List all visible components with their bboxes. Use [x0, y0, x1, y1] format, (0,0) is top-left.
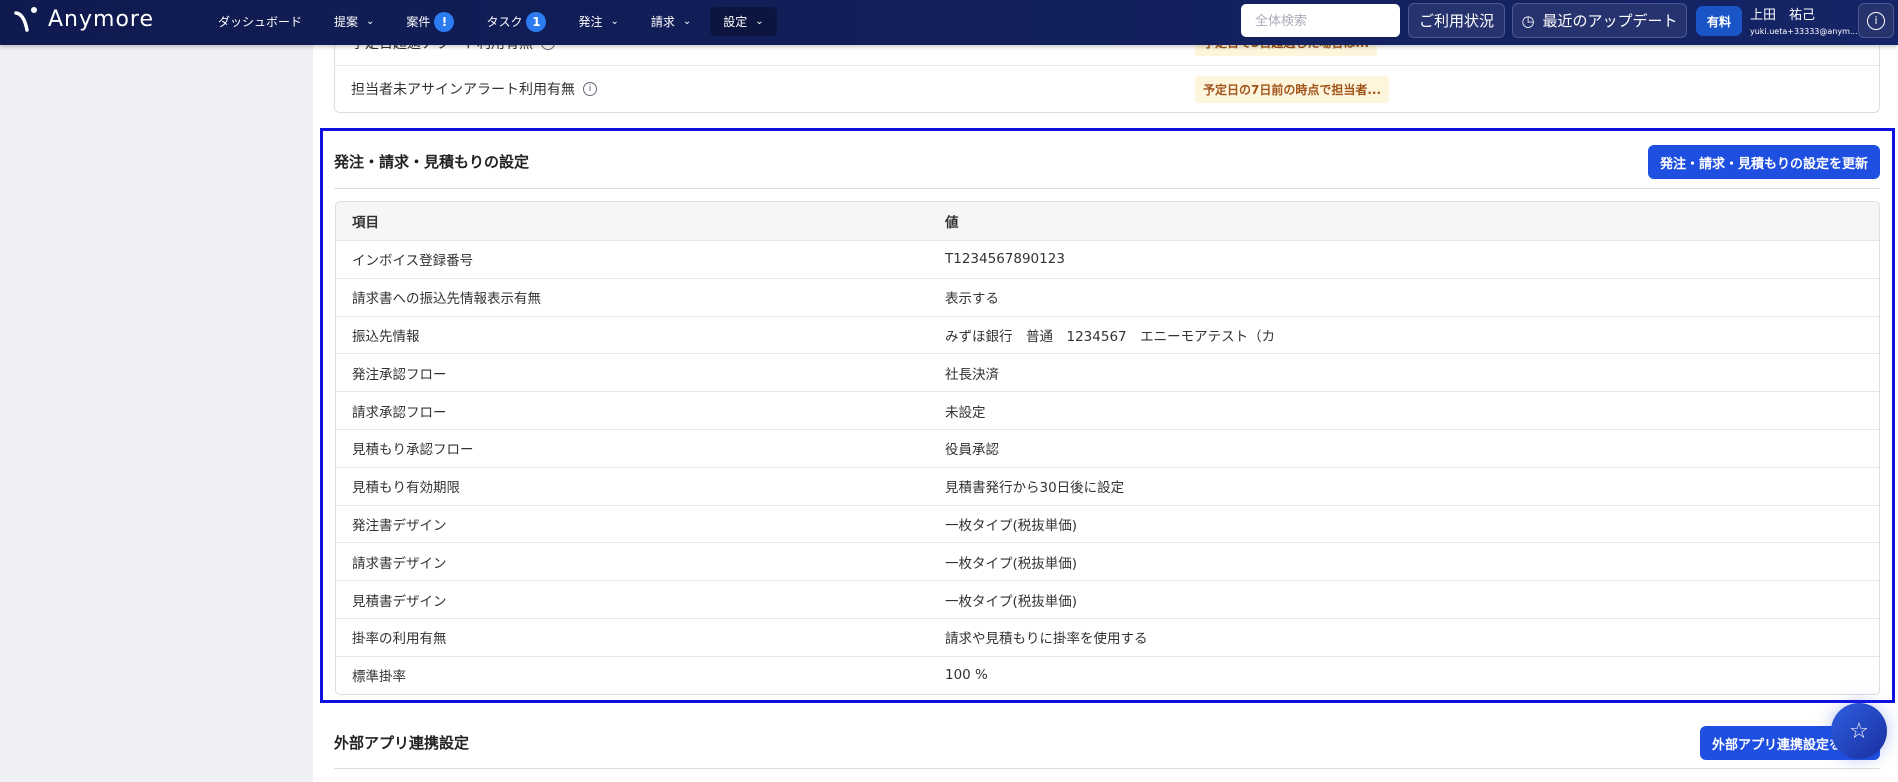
- value-cell: 一枚タイプ(税抜単価): [945, 555, 1078, 572]
- nav-item[interactable]: 提案 ⌄: [321, 7, 387, 36]
- nav-item[interactable]: タスク 1: [473, 7, 559, 36]
- table-row: 発注書デザイン 一枚タイプ(税抜単価): [336, 504, 1879, 543]
- table-row: インボイス登録番号 T1234567890123: [336, 240, 1879, 278]
- column-header-item: 項目: [352, 215, 379, 231]
- nav-item[interactable]: 設定 ⌄: [710, 7, 777, 36]
- divider: [334, 188, 1880, 189]
- item-cell: 掛率の利用有無: [352, 631, 447, 648]
- nav-label: 発注: [578, 15, 603, 29]
- table-row: 掛率の利用有無 請求や見積もりに掛率を使用する: [336, 617, 1879, 656]
- star-icon: ☆: [1849, 718, 1869, 744]
- nav-item[interactable]: ダッシュボード: [205, 7, 315, 36]
- item-cell: 標準掛率: [352, 669, 406, 686]
- nav-label: 提案: [334, 15, 359, 29]
- clock-icon: ◷: [1521, 11, 1535, 30]
- anymore-logo-icon: [14, 7, 37, 32]
- nav-label: 案件: [406, 15, 431, 29]
- nav-badge: 1: [526, 11, 547, 32]
- nav-label: 設定: [723, 15, 748, 29]
- value-cell: 見積書発行から30日後に設定: [945, 480, 1125, 497]
- top-nav-bar: Anymore ダッシュボード提案⌄案件!タスク1発注⌄請求⌄設定⌄ ご利用状況…: [0, 0, 1898, 45]
- table-row: 見積書デザイン 一枚タイプ(税抜単価): [336, 580, 1879, 618]
- chevron-down-icon: ⌄: [682, 16, 692, 27]
- info-button[interactable]: i: [1858, 3, 1894, 38]
- chevron-down-icon: ⌄: [755, 16, 764, 27]
- table-row: 標準掛率 100 %: [336, 655, 1879, 694]
- value-cell: 役員承認: [945, 442, 999, 459]
- value-cell: 100 %: [945, 667, 988, 684]
- update-order-settings-button[interactable]: 発注・請求・見積もりの設定を更新: [1648, 145, 1880, 179]
- user-email: yuki.ueta+33333@anym...: [1750, 27, 1858, 36]
- section-title: 発注・請求・見積もりの設定: [334, 153, 530, 171]
- divider: [334, 768, 1880, 769]
- table-row: 振込先情報 みずほ銀行 普通 1234567 エニーモアテスト（カ: [336, 315, 1879, 354]
- value-cell: 未設定: [945, 404, 986, 421]
- section-title: 外部アプリ連携設定: [334, 734, 470, 752]
- nav-label: タスク: [486, 15, 523, 29]
- user-menu[interactable]: 上田 祐己 yuki.ueta+33333@anym...: [1750, 4, 1858, 36]
- main-nav: ダッシュボード 提案 ⌄ 案件! タスク 1 発注 ⌄ 請求 ⌄ 設定 ⌄: [205, 7, 783, 36]
- global-search-input[interactable]: [1241, 4, 1400, 37]
- usage-label: ご利用状況: [1418, 12, 1494, 30]
- chevron-down-icon: ⌄: [366, 16, 375, 27]
- value-cell: 一枚タイプ(税抜単価): [945, 593, 1078, 610]
- table-row: 請求書デザイン 一枚タイプ(税抜単価): [336, 542, 1879, 580]
- item-cell: 請求承認フロー: [352, 404, 447, 421]
- favorite-fab[interactable]: ☆: [1831, 703, 1887, 759]
- chevron-down-icon: ⌄: [610, 16, 619, 27]
- row-value: 予定日の7日前の時点で担当者...: [1195, 75, 1390, 103]
- nav-item[interactable]: 発注 ⌄: [565, 7, 631, 36]
- nav-label: 請求: [650, 15, 675, 29]
- value-cell: みずほ銀行 普通 1234567 エニーモアテスト（カ: [945, 328, 1276, 345]
- usage-button[interactable]: ご利用状況: [1408, 3, 1505, 38]
- column-header-value: 値: [945, 215, 959, 231]
- recent-updates-label: 最近のアップデート: [1542, 12, 1678, 30]
- settings-row: 担当者未アサインアラート利用有無 i 予定日の7日前の時点で担当者...: [335, 66, 1879, 112]
- table-row: 請求書への振込先情報表示有無 表示する: [336, 277, 1879, 316]
- table-row: 発注承認フロー 社長決済: [336, 353, 1879, 391]
- item-cell: インボイス登録番号: [352, 253, 474, 270]
- nav-label: ダッシュボード: [218, 15, 303, 29]
- table-header: 項目 値: [336, 202, 1879, 240]
- value-cell: 請求や見積もりに掛率を使用する: [945, 631, 1148, 648]
- brand-name: Anymore: [48, 6, 154, 32]
- item-cell: 見積もり有効期限: [352, 480, 460, 497]
- item-cell: 発注書デザイン: [352, 517, 447, 534]
- plan-badge: 有料: [1696, 6, 1742, 36]
- item-cell: 見積書デザイン: [352, 593, 447, 610]
- row-label: 担当者未アサインアラート利用有無: [351, 82, 575, 98]
- item-cell: 請求書への振込先情報表示有無: [352, 291, 541, 308]
- order-settings-table: 項目 値 インボイス登録番号 T1234567890123 請求書への振込先情報表示有…: [335, 201, 1880, 695]
- item-cell: 請求書デザイン: [352, 555, 447, 572]
- nav-item[interactable]: 案件!: [393, 7, 467, 36]
- item-cell: 発注承認フロー: [352, 366, 447, 383]
- value-cell: 表示する: [945, 291, 999, 308]
- brand-logo[interactable]: Anymore: [14, 6, 154, 32]
- nav-item[interactable]: 請求 ⌄: [638, 7, 704, 36]
- value-cell: T1234567890123: [945, 251, 1065, 268]
- item-cell: 見積もり承認フロー: [352, 442, 474, 459]
- user-name: 上田 祐己: [1750, 8, 1816, 23]
- item-cell: 振込先情報: [352, 328, 420, 345]
- info-icon[interactable]: i: [583, 82, 597, 96]
- value-cell: 一枚タイプ(税抜単価): [945, 517, 1078, 534]
- table-row: 見積もり有効期限 見積書発行から30日後に設定: [336, 466, 1879, 505]
- info-icon: i: [1867, 11, 1885, 30]
- table-row: 見積もり承認フロー 役員承認: [336, 428, 1879, 467]
- nav-badge: !: [434, 11, 455, 32]
- table-row: 請求承認フロー 未設定: [336, 391, 1879, 429]
- recent-updates-button[interactable]: ◷ 最近のアップデート: [1512, 3, 1687, 38]
- value-cell: 社長決済: [945, 366, 999, 383]
- sidebar: [0, 45, 313, 782]
